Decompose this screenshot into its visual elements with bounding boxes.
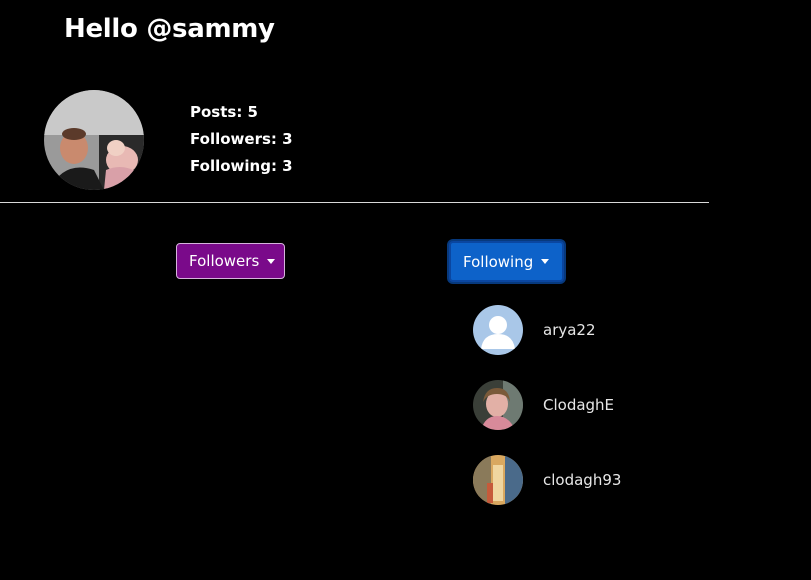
user-avatar (473, 455, 523, 505)
followers-count: Followers: 3 (190, 130, 293, 148)
list-item[interactable]: arya22 (473, 305, 596, 355)
profile-photo-icon (44, 90, 144, 190)
followers-dropdown-button[interactable]: Followers (176, 243, 285, 279)
page-title: Hello @sammy (64, 14, 275, 44)
username[interactable]: ClodaghE (543, 396, 614, 414)
user-photo-icon (473, 380, 523, 430)
profile-avatar (44, 90, 144, 190)
username[interactable]: clodagh93 (543, 471, 621, 489)
default-user-icon (473, 305, 523, 355)
user-avatar (473, 380, 523, 430)
profile-page: Hello @sammy Posts: 5 Followers: 3 Follo… (0, 0, 811, 580)
following-dropdown-button[interactable]: Following (449, 241, 564, 282)
caret-down-icon (267, 258, 276, 264)
username[interactable]: arya22 (543, 321, 596, 339)
user-avatar (473, 305, 523, 355)
profile-stats: Posts: 5 Followers: 3 Following: 3 (190, 99, 293, 180)
caret-down-icon (541, 259, 550, 264)
followers-button-label: Followers (189, 252, 260, 270)
list-item[interactable]: ClodaghE (473, 380, 614, 430)
user-photo-icon (473, 455, 523, 505)
list-item[interactable]: clodagh93 (473, 455, 621, 505)
following-button-label: Following (463, 252, 534, 271)
posts-count: Posts: 5 (190, 103, 258, 121)
divider (0, 202, 709, 203)
following-count: Following: 3 (190, 157, 293, 175)
